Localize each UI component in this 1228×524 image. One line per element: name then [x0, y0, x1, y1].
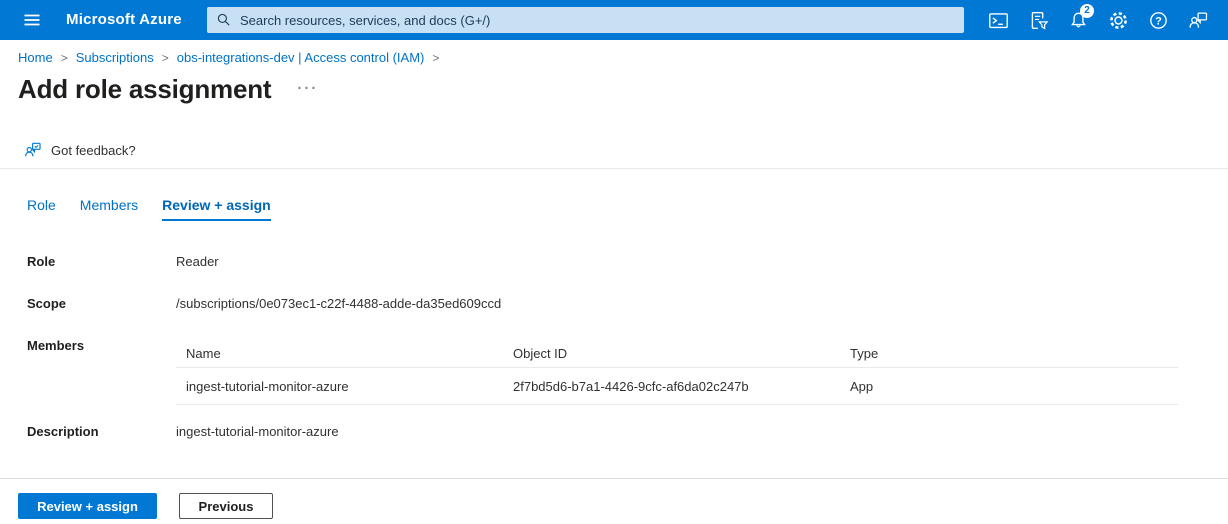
- breadcrumb-iam-link[interactable]: obs-integrations-dev | Access control (I…: [177, 50, 425, 65]
- scope-value: /subscriptions/0e073ec1-c22f-4488-adde-d…: [176, 296, 501, 311]
- search-icon: [216, 12, 232, 28]
- feedback-divider: [0, 168, 1228, 169]
- role-value: Reader: [176, 254, 219, 269]
- feedback-row: Got feedback?: [24, 141, 136, 159]
- top-bar: Microsoft Azure: [0, 0, 1228, 40]
- feedback-person-icon: [1188, 10, 1209, 31]
- topbar-icon-group: 2 ?: [978, 0, 1218, 40]
- table-row: ingest-tutorial-monitor-azure 2f7bd5d6-b…: [176, 368, 1178, 405]
- previous-button[interactable]: Previous: [179, 493, 273, 519]
- hamburger-glyph: [22, 10, 42, 30]
- got-feedback-icon: [24, 141, 42, 159]
- breadcrumb-subscriptions-link[interactable]: Subscriptions: [76, 50, 154, 65]
- breadcrumb-separator: >: [432, 51, 439, 65]
- settings-button[interactable]: [1098, 0, 1138, 40]
- header-type: Type: [850, 346, 1178, 361]
- cell-member-name: ingest-tutorial-monitor-azure: [176, 379, 513, 394]
- cloud-shell-icon: [988, 10, 1009, 31]
- page-title-row: Add role assignment ···: [18, 74, 318, 105]
- members-table: Name Object ID Type ingest-tutorial-moni…: [176, 340, 1178, 405]
- breadcrumb-separator: >: [162, 51, 169, 65]
- header-object-id: Object ID: [513, 346, 850, 361]
- tab-role[interactable]: Role: [27, 197, 56, 221]
- footer-divider: [0, 478, 1228, 479]
- notification-badge: 2: [1080, 4, 1094, 18]
- role-label: Role: [27, 254, 55, 269]
- gear-icon: [1108, 10, 1129, 31]
- tab-bar: Role Members Review + assign: [27, 197, 295, 221]
- members-label: Members: [27, 338, 84, 353]
- cell-member-object-id: 2f7bd5d6-b7a1-4426-9cfc-af6da02c247b: [513, 379, 850, 394]
- header-name: Name: [176, 346, 513, 361]
- svg-text:?: ?: [1155, 15, 1162, 27]
- feedback-button[interactable]: [1178, 0, 1218, 40]
- scope-label: Scope: [27, 296, 66, 311]
- page-title: Add role assignment: [18, 74, 271, 105]
- description-value: ingest-tutorial-monitor-azure: [176, 424, 339, 439]
- breadcrumb: Home > Subscriptions > obs-integrations-…: [18, 50, 447, 65]
- members-table-header: Name Object ID Type: [176, 340, 1178, 368]
- breadcrumb-separator: >: [61, 51, 68, 65]
- help-icon: ?: [1148, 10, 1169, 31]
- page-title-overflow-button[interactable]: ···: [297, 80, 318, 97]
- tab-review-assign[interactable]: Review + assign: [162, 197, 271, 221]
- global-search: [207, 7, 964, 33]
- notifications-button[interactable]: 2: [1058, 0, 1098, 40]
- review-assign-button[interactable]: Review + assign: [18, 493, 157, 519]
- hamburger-menu-icon[interactable]: [12, 0, 52, 40]
- description-label: Description: [27, 424, 99, 439]
- cloud-shell-button[interactable]: [978, 0, 1018, 40]
- directory-filter-button[interactable]: [1018, 0, 1058, 40]
- breadcrumb-home-link[interactable]: Home: [18, 50, 53, 65]
- cell-member-type: App: [850, 379, 1178, 394]
- help-button[interactable]: ?: [1138, 0, 1178, 40]
- azure-portal-window: Microsoft Azure: [0, 0, 1228, 524]
- directory-filter-icon: [1028, 10, 1049, 31]
- got-feedback-label: Got feedback?: [51, 143, 136, 158]
- brand-logo[interactable]: Microsoft Azure: [66, 0, 182, 40]
- got-feedback-button[interactable]: Got feedback?: [24, 141, 136, 159]
- tab-members[interactable]: Members: [80, 197, 138, 221]
- search-input[interactable]: [240, 13, 955, 28]
